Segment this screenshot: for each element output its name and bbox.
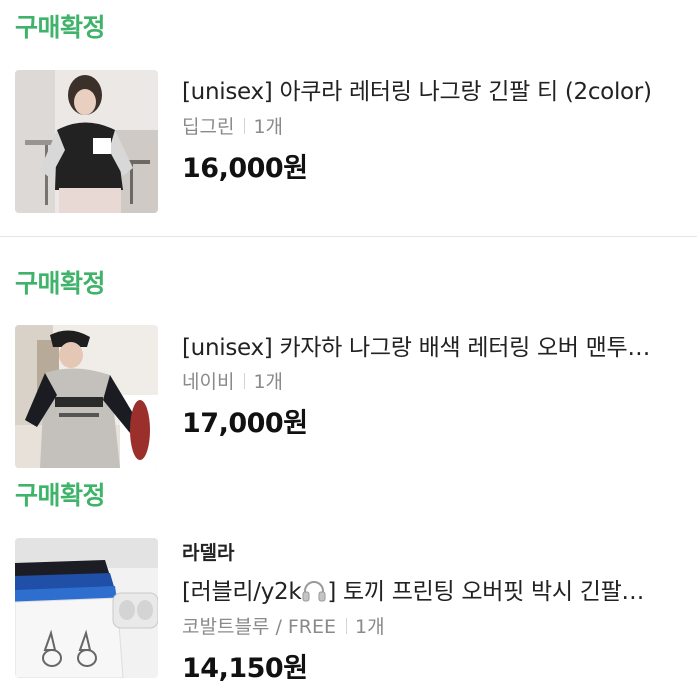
product-thumbnail[interactable] <box>15 325 158 468</box>
product-price: 14,150원 <box>182 653 308 684</box>
product-title[interactable]: [unisex] 아쿠라 레터링 나그랑 긴팔 티 (2color) <box>182 72 682 106</box>
product-thumbnail[interactable] <box>15 538 158 678</box>
separator <box>244 118 246 134</box>
product-option-row: 네이비 1개 <box>182 367 283 394</box>
order-status-label: 구매확정 <box>15 13 106 42</box>
product-option: 코발트블루 / FREE <box>182 616 337 638</box>
product-title[interactable]: [러블리/y2k ] 토끼 프린팅 오버핏 박시 긴팔… <box>182 572 682 606</box>
product-title-suffix: ] 토끼 프린팅 오버핏 박시 긴팔… <box>327 579 645 605</box>
product-option-row: 딥그린 1개 <box>182 112 283 139</box>
product-quantity: 1개 <box>253 116 284 138</box>
headphones-icon <box>301 580 327 602</box>
product-thumbnail[interactable] <box>15 70 158 213</box>
order-history-page: 구매확정 [unisex] 아쿠라 레터링 나그랑 긴팔 티 (2color) <box>0 0 697 697</box>
divider <box>0 236 697 237</box>
seller-name[interactable]: 라델라 <box>182 538 234 565</box>
product-title[interactable]: [unisex] 카자하 나그랑 배색 레터링 오버 맨투… <box>182 328 682 362</box>
product-price: 16,000원 <box>182 153 308 184</box>
product-option-row: 코발트블루 / FREE 1개 <box>182 612 385 639</box>
separator <box>244 373 246 389</box>
product-option: 딥그린 <box>182 116 235 138</box>
order-status-label: 구매확정 <box>15 269 106 298</box>
product-quantity: 1개 <box>355 616 385 638</box>
product-quantity: 1개 <box>253 371 284 393</box>
product-option: 네이비 <box>182 371 235 393</box>
order-status-label: 구매확정 <box>15 481 106 510</box>
product-title-prefix: [러블리/y2k <box>182 579 302 605</box>
product-price: 17,000원 <box>182 408 308 439</box>
separator <box>346 618 348 634</box>
